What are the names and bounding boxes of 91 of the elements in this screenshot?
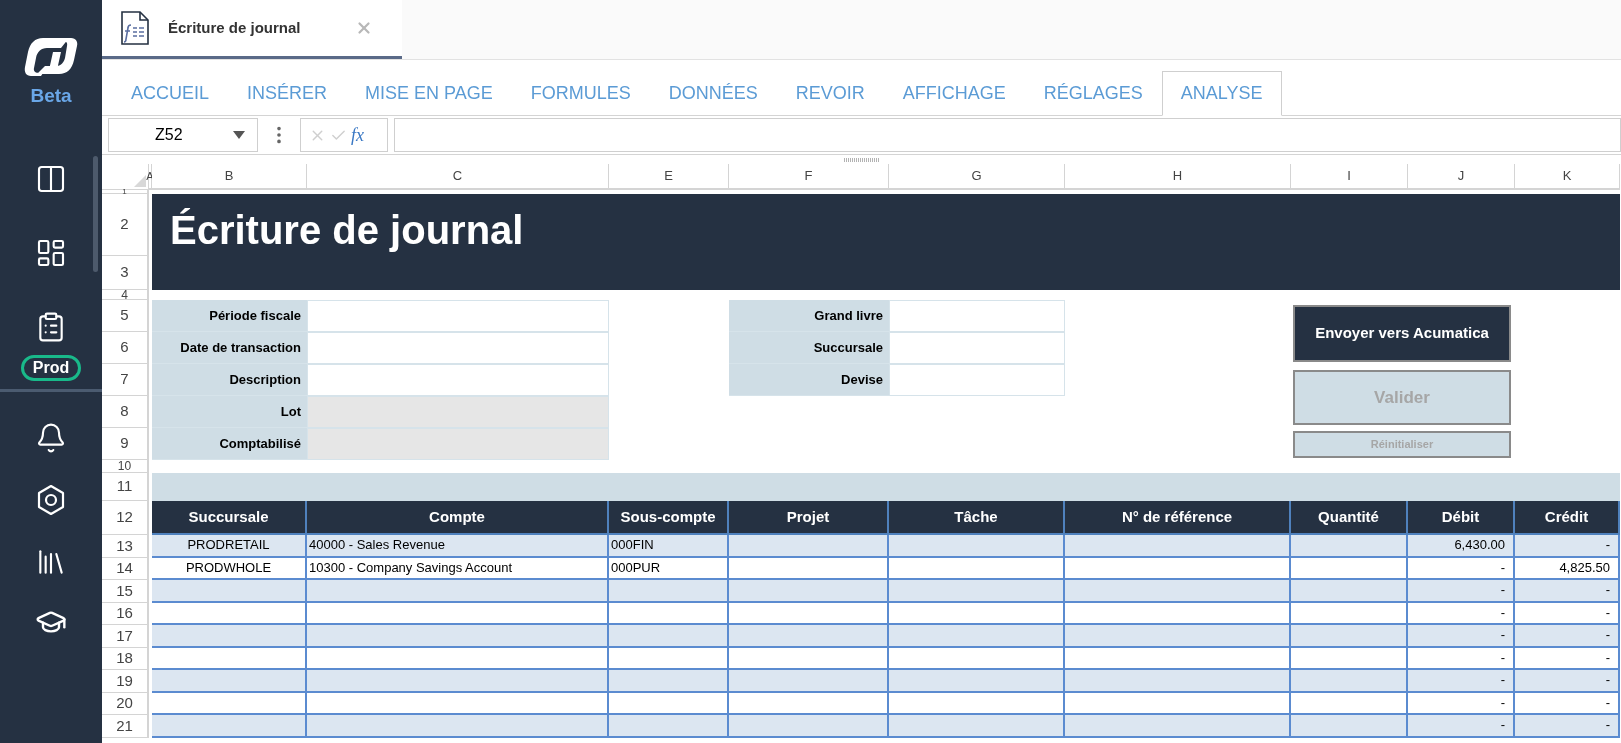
document-tab[interactable]: Écriture de journal	[102, 0, 402, 59]
notifications-icon[interactable]	[35, 421, 67, 454]
table-cell: 4,825.50	[1515, 557, 1620, 580]
table-header: Compte	[307, 501, 609, 535]
table-header: Crédit	[1515, 501, 1620, 535]
field-label: Comptabilisé	[152, 428, 307, 460]
table-cell: 000PUR	[609, 557, 729, 580]
table-cell: -	[1515, 647, 1620, 670]
column-header[interactable]: I	[1291, 164, 1408, 190]
select-all-icon[interactable]	[134, 175, 146, 187]
field-label: Succursale	[729, 332, 889, 364]
row-header[interactable]: 18	[102, 647, 149, 670]
field-label: Description	[152, 364, 307, 396]
formula-input[interactable]	[394, 118, 1621, 152]
input-field[interactable]	[889, 364, 1065, 396]
environment-badge[interactable]: Prod	[20, 354, 82, 381]
table-cell: -	[1408, 557, 1515, 580]
column-header[interactable]: H	[1065, 164, 1291, 190]
row-header[interactable]: 11	[102, 473, 149, 501]
row-header[interactable]: 16	[102, 602, 149, 625]
row-header[interactable]: 8	[102, 396, 149, 428]
insert-function-button[interactable]: fx	[351, 121, 364, 149]
input-field[interactable]	[889, 332, 1065, 364]
table-cell: 40000 - Sales Revenue	[307, 535, 609, 558]
column-header[interactable]: C	[307, 164, 609, 190]
table-cell: 000FIN	[609, 535, 729, 558]
action-button[interactable]: Envoyer vers Acumatica	[1293, 305, 1511, 362]
row-header[interactable]: 19	[102, 670, 149, 693]
row-header[interactable]: 17	[102, 625, 149, 648]
input-field[interactable]	[307, 364, 609, 396]
table-header: N° de référence	[1065, 501, 1291, 535]
row-header[interactable]: 15	[102, 580, 149, 603]
table-cell: 10300 - Company Savings Account	[307, 557, 609, 580]
field-label: Lot	[152, 396, 307, 428]
row-header[interactable]: 13	[102, 535, 149, 558]
logo-caption: Beta	[30, 84, 72, 108]
input-field[interactable]	[889, 300, 1065, 332]
table-header: Débit	[1408, 501, 1515, 535]
input-field[interactable]	[307, 300, 609, 332]
table-cell: PRODWHOLE	[152, 557, 307, 580]
table-cell: -	[1515, 625, 1620, 648]
table-header: Tâche	[889, 501, 1065, 535]
column-header[interactable]: K	[1515, 164, 1620, 190]
row-header[interactable]: 2	[102, 194, 149, 256]
row-header[interactable]: 10	[102, 460, 149, 473]
table-header: Projet	[729, 501, 889, 535]
table-cell: PRODRETAIL	[152, 535, 307, 558]
table-cell: -	[1515, 602, 1620, 625]
resize-handle-icon[interactable]	[843, 157, 880, 162]
settings-icon[interactable]	[36, 483, 66, 516]
row-header[interactable]: 7	[102, 364, 149, 396]
row-header[interactable]: 12	[102, 501, 149, 535]
table-header: Sous-compte	[609, 501, 729, 535]
table-cell: -	[1515, 715, 1620, 738]
table-cell: -	[1408, 580, 1515, 603]
table-header: Quantité	[1291, 501, 1408, 535]
column-header[interactable]: J	[1408, 164, 1515, 190]
field-label: Période fiscale	[152, 300, 307, 332]
row-header[interactable]: 3	[102, 256, 149, 290]
row-header[interactable]: 6	[102, 332, 149, 364]
table-cell: -	[1408, 625, 1515, 648]
column-header[interactable]: G	[889, 164, 1065, 190]
caret-icon[interactable]	[233, 131, 245, 139]
column-header[interactable]: B	[152, 164, 307, 190]
row-header[interactable]: 21	[102, 715, 149, 738]
row-header[interactable]: 5	[102, 300, 149, 332]
table-cell: -	[1408, 670, 1515, 693]
field-label: Devise	[729, 364, 889, 396]
column-header[interactable]: E	[609, 164, 729, 190]
table-cell: -	[1408, 602, 1515, 625]
formula-document-icon	[120, 11, 150, 45]
table-cell: -	[1515, 580, 1620, 603]
table-cell: 6,430.00	[1408, 535, 1515, 558]
row-header[interactable]: 1	[102, 190, 149, 194]
table-header: Succursale	[152, 501, 307, 535]
name-box[interactable]: Z52	[108, 118, 258, 152]
table-cell: -	[1515, 535, 1620, 558]
table-cell: -	[1515, 670, 1620, 693]
field-label: Date de transaction	[152, 332, 307, 364]
input-field[interactable]	[307, 332, 609, 364]
table-cell: -	[1408, 647, 1515, 670]
title-banner: Écriture de journal	[152, 194, 1620, 290]
row-header[interactable]: 9	[102, 428, 149, 460]
column-header[interactable]: F	[729, 164, 889, 190]
field-label: Grand livre	[729, 300, 889, 332]
row-header[interactable]: 4	[102, 290, 149, 300]
row-header[interactable]: 20	[102, 692, 149, 715]
table-cell: -	[1408, 715, 1515, 738]
table-cell: -	[1515, 692, 1620, 715]
row-header[interactable]: 14	[102, 557, 149, 580]
table-cell: -	[1408, 692, 1515, 715]
